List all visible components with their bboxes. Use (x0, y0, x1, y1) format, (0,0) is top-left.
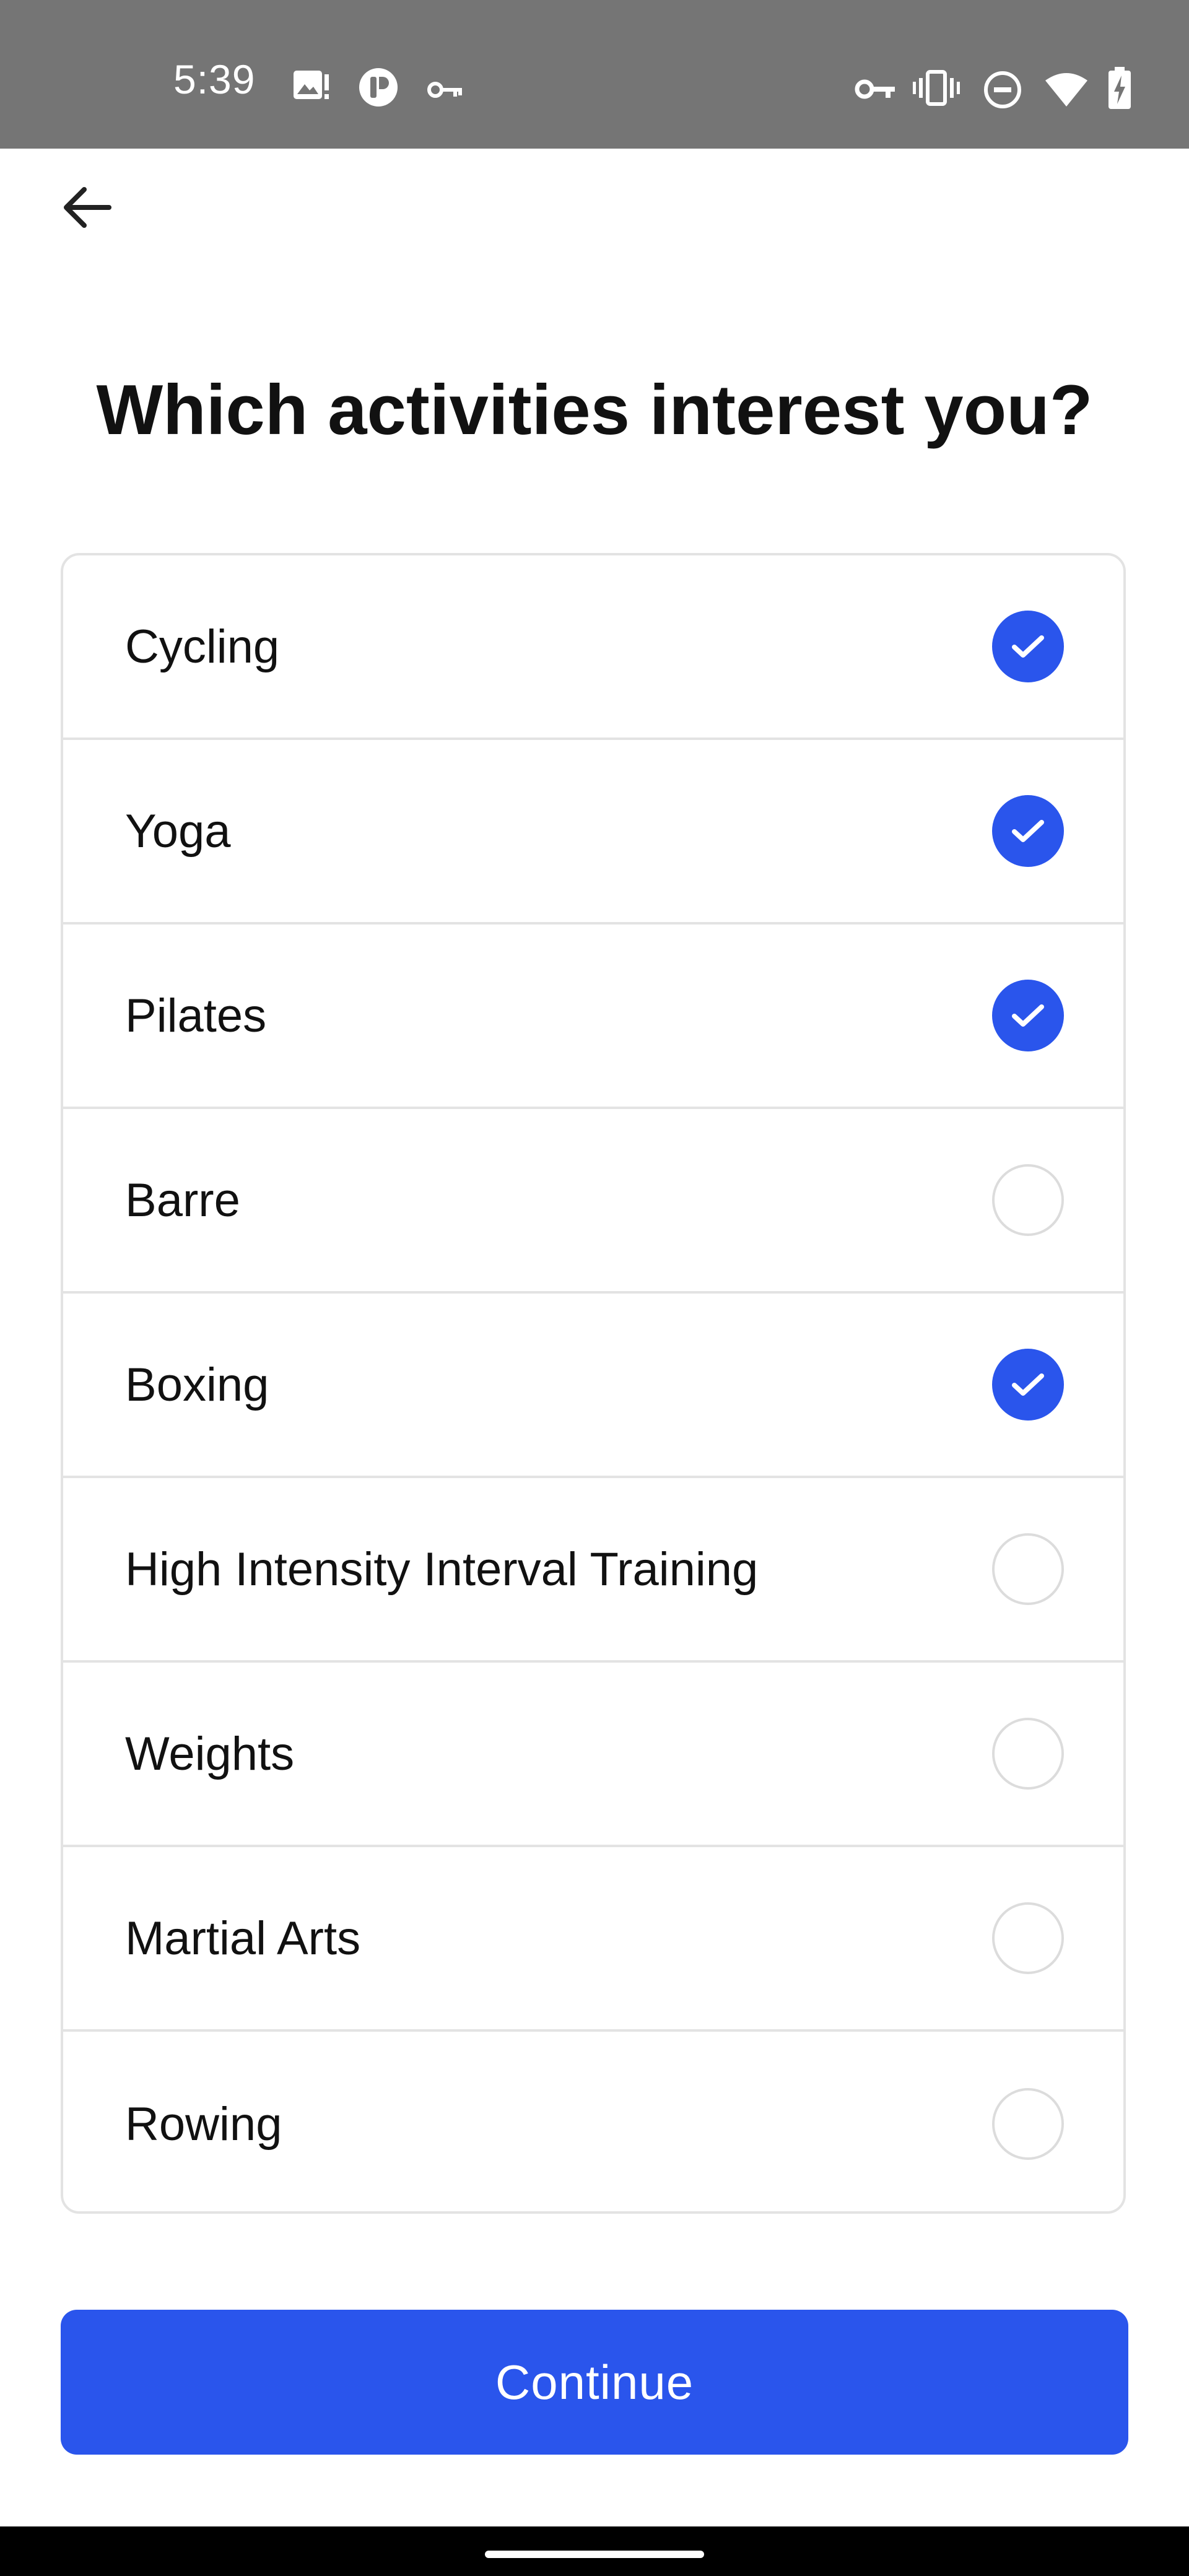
activity-item[interactable]: Pilates (63, 925, 1123, 1109)
activity-label: Martial Arts (125, 1912, 361, 1965)
vibrate-icon (913, 69, 960, 107)
wifi-icon (1044, 72, 1089, 108)
status-time: 5:39 (173, 56, 256, 102)
checkmark-icon (1012, 635, 1044, 658)
key-icon (427, 80, 464, 99)
navigation-bar (0, 2526, 1189, 2576)
activity-item[interactable]: Cycling (63, 555, 1123, 740)
activity-checkbox[interactable] (992, 1349, 1064, 1421)
activity-checkbox[interactable] (992, 1533, 1064, 1605)
home-indicator[interactable] (485, 2551, 704, 2558)
activity-label: Boxing (125, 1358, 269, 1411)
activity-item[interactable]: High Intensity Interval Training (63, 1478, 1123, 1663)
continue-button[interactable]: Continue (61, 2310, 1128, 2455)
do-not-disturb-icon (983, 71, 1022, 109)
arrow-left-icon (64, 187, 111, 228)
activity-label: Rowing (125, 2097, 282, 2151)
activity-label: High Intensity Interval Training (125, 1543, 759, 1596)
activity-item[interactable]: Rowing (63, 2032, 1123, 2211)
activity-label: Barre (125, 1173, 240, 1227)
battery-charging-icon (1107, 67, 1132, 110)
activity-item[interactable]: Weights (63, 1663, 1123, 1847)
activity-item[interactable]: Martial Arts (63, 1847, 1123, 2032)
activity-checkbox[interactable] (992, 2088, 1064, 2160)
p-app-icon (358, 67, 399, 108)
activity-checkbox[interactable] (992, 795, 1064, 867)
checkmark-icon (1012, 1373, 1044, 1396)
activity-list: Cycling Yoga Pilates Barre Boxing High Intens… (61, 553, 1126, 2214)
activity-item[interactable]: Barre (63, 1109, 1123, 1294)
page-title: Which activities interest you? (96, 371, 1093, 450)
back-button[interactable] (50, 170, 124, 245)
activity-checkbox[interactable] (992, 1902, 1064, 1974)
activity-item[interactable]: Yoga (63, 740, 1123, 925)
activity-checkbox[interactable] (992, 1718, 1064, 1790)
activity-checkbox[interactable] (992, 611, 1064, 682)
activity-label: Pilates (125, 989, 267, 1042)
status-bar: 5:39 (0, 0, 1189, 149)
activity-item[interactable]: Boxing (63, 1294, 1123, 1478)
activity-checkbox[interactable] (992, 980, 1064, 1051)
activity-label: Weights (125, 1727, 295, 1780)
checkmark-icon (1012, 820, 1044, 842)
image-icon (292, 68, 331, 103)
activity-label: Cycling (125, 620, 280, 673)
vpn-key-icon (855, 77, 897, 102)
activity-label: Yoga (125, 804, 231, 858)
checkmark-icon (1012, 1004, 1044, 1027)
activity-checkbox[interactable] (992, 1164, 1064, 1236)
